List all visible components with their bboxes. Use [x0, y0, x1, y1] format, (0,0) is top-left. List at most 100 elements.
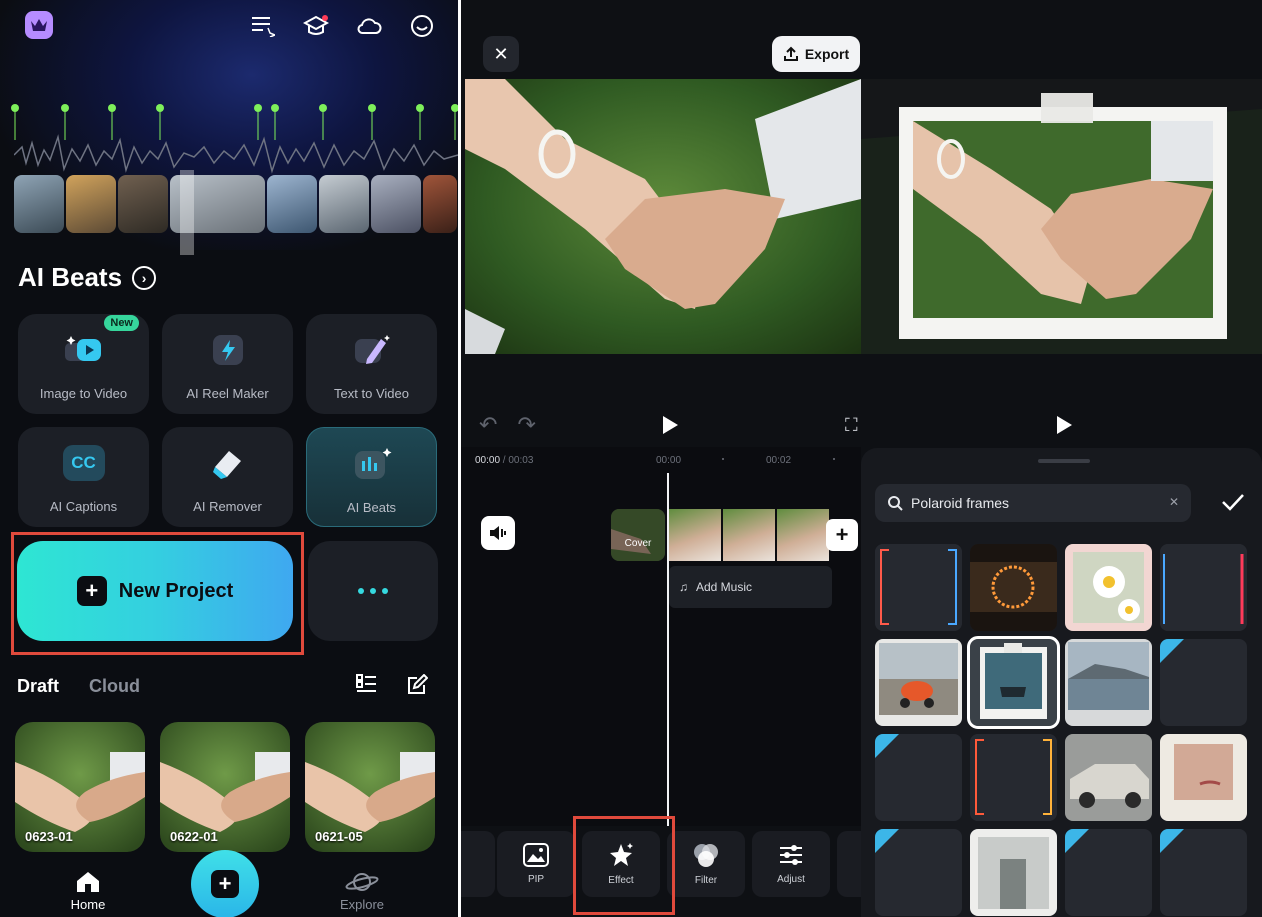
new-corner-badge [1160, 639, 1184, 663]
tick-dot [722, 458, 724, 460]
tab-draft[interactable]: Draft [17, 676, 59, 697]
effect-thumb[interactable] [1065, 544, 1152, 631]
dot-icon [382, 588, 388, 594]
upload-icon [783, 46, 798, 61]
tool-ai-remover[interactable]: AI Remover [162, 427, 293, 527]
add-music-label: Add Music [696, 580, 753, 594]
tab-cloud[interactable]: Cloud [89, 676, 140, 697]
effect-thumb-selected[interactable] [967, 636, 1060, 729]
editor-screen: ✕ Export ↶ ↷ ⛶ 00:00 / 00:03 00:00 00:02… [461, 0, 861, 917]
captions-icon: CC [62, 445, 105, 481]
graduation-cap-icon[interactable] [302, 12, 330, 40]
draft-name: 0623-01 [25, 829, 73, 844]
confirm-check-icon[interactable] [1221, 492, 1245, 517]
edit-icon[interactable] [406, 673, 429, 701]
effect-thumb[interactable] [875, 544, 962, 631]
export-button[interactable]: Export [772, 36, 860, 72]
effect-thumb[interactable] [1160, 734, 1247, 821]
sheet-grabber[interactable] [1038, 459, 1090, 463]
tool-ai-beats[interactable]: AI Beats [306, 427, 437, 527]
ai-beats-heading[interactable]: AI Beats › [18, 262, 157, 293]
planet-icon [345, 873, 379, 891]
dot-icon [370, 588, 376, 594]
lightning-icon [207, 332, 249, 368]
new-corner-badge [1065, 829, 1089, 853]
tool-label: AI Beats [346, 500, 397, 515]
mute-clip-audio-button[interactable] [481, 516, 515, 550]
framed-preview[interactable] [861, 79, 1262, 354]
play-button[interactable] [1055, 415, 1073, 440]
banner-playhead [180, 170, 194, 255]
chevron-right-icon[interactable]: › [132, 265, 157, 290]
tool-text-to-video[interactable]: Text to Video [306, 314, 437, 414]
toolbar-item-filter[interactable]: Filter [667, 831, 745, 897]
cover-button[interactable]: Cover [611, 509, 665, 561]
list-icon[interactable] [249, 12, 277, 40]
polaroid-preview-image [861, 79, 1262, 354]
fullscreen-icon[interactable]: ⛶ [845, 415, 858, 436]
effect-thumb[interactable] [1065, 734, 1152, 821]
effect-thumb[interactable] [875, 734, 962, 821]
tool-label: Text to Video [334, 386, 409, 401]
video-clip-track[interactable] [669, 509, 829, 561]
list-view-icon[interactable] [356, 674, 378, 701]
toolbar-item-adjust[interactable]: Adjust [752, 831, 830, 897]
redo-icon[interactable]: ↷ [517, 412, 535, 438]
timecode: 00:00 / 00:03 [475, 455, 533, 466]
play-icon [1057, 416, 1072, 434]
draft-item[interactable]: 0621-05 [305, 722, 435, 852]
plus-icon: + [211, 870, 239, 898]
effect-thumb[interactable] [1160, 639, 1247, 726]
effect-thumb[interactable] [970, 734, 1057, 821]
tool-image-to-video[interactable]: New Image to Video [18, 314, 149, 414]
effect-thumb[interactable] [970, 544, 1057, 631]
effect-thumb[interactable] [1160, 544, 1247, 631]
tool-ai-captions[interactable]: CC AI Captions [18, 427, 149, 527]
toolbar-item-pip[interactable]: PIP [497, 831, 575, 897]
effect-thumb[interactable] [875, 639, 962, 726]
export-label: Export [804, 46, 850, 62]
orange-bracket-effect-image [970, 734, 1057, 821]
daisy-frame-effect-image [1065, 544, 1152, 631]
add-clip-button[interactable]: + [826, 519, 858, 551]
neon-frame-effect-image [875, 544, 962, 631]
timeline-panel [461, 447, 861, 827]
toolbar-item-partial[interactable] [837, 831, 861, 897]
close-button[interactable]: ✕ [483, 36, 519, 72]
close-icon: ✕ [493, 43, 509, 64]
toolbar-item-partial[interactable] [461, 831, 495, 897]
effect-thumb[interactable] [1065, 829, 1152, 916]
effect-thumb[interactable] [875, 829, 962, 916]
effect-search-input[interactable]: Polaroid frames ✕ [875, 484, 1191, 522]
clip-frame [669, 509, 721, 561]
dot-icon [358, 588, 364, 594]
more-tools-button[interactable] [308, 541, 438, 641]
nav-home[interactable]: Home [68, 870, 108, 912]
time-tick: 00:02 [766, 455, 792, 466]
create-fab-button[interactable]: + [191, 850, 259, 917]
effect-thumb[interactable] [970, 829, 1057, 916]
effect-thumb[interactable] [1065, 639, 1152, 726]
tool-label: AI Reel Maker [186, 386, 269, 401]
undo-icon[interactable]: ↶ [479, 412, 497, 438]
effect-thumb[interactable] [1160, 829, 1247, 916]
polaroid-tape-effect-image [970, 639, 1057, 726]
clear-search-icon[interactable]: ✕ [1169, 495, 1179, 509]
timeline-playhead[interactable] [667, 473, 669, 828]
crown-icon[interactable] [25, 11, 53, 39]
video-preview[interactable] [465, 79, 861, 354]
draft-item[interactable]: 0623-01 [15, 722, 145, 852]
vintage-car-effect-image [1065, 734, 1152, 821]
toolbar-label: Adjust [777, 874, 805, 885]
profile-icon[interactable] [408, 12, 436, 40]
tool-ai-reel-maker[interactable]: AI Reel Maker [162, 314, 293, 414]
cloud-icon[interactable] [355, 12, 383, 40]
nav-explore[interactable]: Explore [335, 870, 389, 912]
search-value: Polaroid frames [911, 495, 1010, 511]
draft-item[interactable]: 0622-01 [160, 722, 290, 852]
draft-name: 0621-05 [315, 829, 363, 844]
new-project-button[interactable]: + New Project [17, 541, 293, 641]
toolbar-label: Filter [694, 875, 718, 886]
add-music-button[interactable]: ♫ Add Music [669, 566, 832, 608]
play-button[interactable] [661, 415, 679, 440]
